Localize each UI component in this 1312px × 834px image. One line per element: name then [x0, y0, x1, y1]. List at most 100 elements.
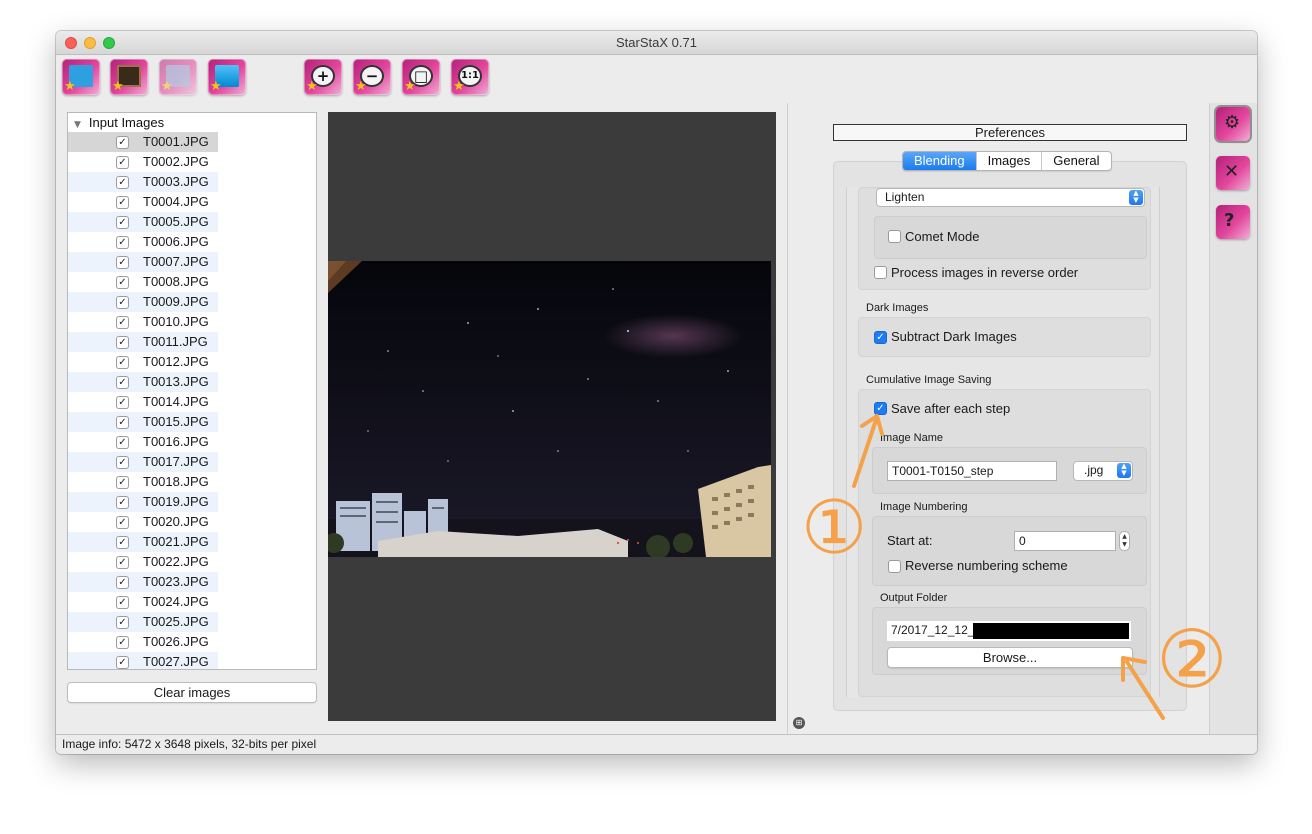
input-images-header[interactable]: ▼ Input Images	[68, 113, 316, 132]
file-row[interactable]: ✓ T0024.JPG	[68, 592, 218, 612]
popup-arrows-icon: ▲ ▼	[1129, 190, 1143, 205]
file-name: T0010.JPG	[143, 314, 209, 329]
file-row[interactable]: ✓ T0023.JPG	[68, 572, 218, 592]
file-row[interactable]: ✓ T0015.JPG	[68, 412, 218, 432]
open-dark-images-button[interactable]: ★	[110, 59, 148, 95]
output-folder-heading: Output Folder	[880, 592, 948, 604]
file-name: T0014.JPG	[143, 394, 209, 409]
reverse-order-checkbox[interactable]	[874, 266, 887, 279]
include-image-checkbox[interactable]: ✓	[116, 356, 129, 369]
file-row[interactable]: ✓ T0001.JPG	[68, 132, 218, 152]
annotation-number-one: ①	[801, 485, 868, 571]
file-row[interactable]: ✓ T0003.JPG	[68, 172, 218, 192]
file-name: T0022.JPG	[143, 554, 209, 569]
include-image-checkbox[interactable]: ✓	[116, 256, 129, 269]
include-image-checkbox[interactable]: ✓	[116, 576, 129, 589]
start-at-input[interactable]: 0	[1014, 531, 1116, 551]
file-row[interactable]: ✓ T0027.JPG	[68, 652, 218, 669]
file-row[interactable]: ✓ T0007.JPG	[68, 252, 218, 272]
file-rows: ✓ T0001.JPG ✓ T0002.JPG ✓ T0003.JPG ✓ T0004.JPG…	[68, 132, 316, 669]
file-row[interactable]: ✓ T0009.JPG	[68, 292, 218, 312]
reverse-numbering-checkbox[interactable]	[888, 560, 901, 573]
include-image-checkbox[interactable]: ✓	[116, 156, 129, 169]
file-row[interactable]: ✓ T0002.JPG	[68, 152, 218, 172]
include-image-checkbox[interactable]: ✓	[116, 396, 129, 409]
dock-toggle-icon[interactable]: ⊞	[793, 717, 805, 729]
save-image-button[interactable]: ★	[159, 59, 197, 95]
file-row[interactable]: ✓ T0025.JPG	[68, 612, 218, 632]
zoom-out-button[interactable]: − ★	[353, 59, 391, 95]
start-blending-button[interactable]: ★	[208, 59, 246, 95]
include-image-checkbox[interactable]: ✓	[116, 636, 129, 649]
include-image-checkbox[interactable]: ✓	[116, 556, 129, 569]
start-at-stepper[interactable]: ▲ ▼	[1119, 531, 1130, 551]
include-image-checkbox[interactable]: ✓	[116, 376, 129, 389]
tab-general[interactable]: General	[1041, 152, 1110, 170]
include-image-checkbox[interactable]: ✓	[116, 496, 129, 509]
file-name: T0008.JPG	[143, 274, 209, 289]
file-row[interactable]: ✓ T0006.JPG	[68, 232, 218, 252]
clear-images-button[interactable]: Clear images	[67, 682, 317, 703]
file-row[interactable]: ✓ T0011.JPG	[68, 332, 218, 352]
image-extension-select[interactable]: .jpg ▲ ▼	[1073, 461, 1133, 481]
browse-button[interactable]: Browse...	[887, 647, 1133, 668]
include-image-checkbox[interactable]: ✓	[116, 436, 129, 449]
blending-settings-tab[interactable]: ⚙	[1216, 107, 1250, 141]
include-image-checkbox[interactable]: ✓	[116, 416, 129, 429]
include-image-checkbox[interactable]: ✓	[116, 196, 129, 209]
include-image-checkbox[interactable]: ✓	[116, 516, 129, 529]
include-image-checkbox[interactable]: ✓	[116, 276, 129, 289]
file-name: T0027.JPG	[143, 654, 209, 669]
zoom-in-button[interactable]: + ★	[304, 59, 342, 95]
tab-blending[interactable]: Blending	[903, 152, 976, 170]
file-row[interactable]: ✓ T0019.JPG	[68, 492, 218, 512]
file-name: T0026.JPG	[143, 634, 209, 649]
include-image-checkbox[interactable]: ✓	[116, 656, 129, 669]
file-row[interactable]: ✓ T0021.JPG	[68, 532, 218, 552]
blending-settings-scroll[interactable]: Lighten ▲ ▼ Comet Mode Process images in …	[846, 187, 1160, 697]
blend-mode-select[interactable]: Lighten ▲ ▼	[876, 188, 1145, 207]
splitter[interactable]	[787, 103, 788, 734]
file-row[interactable]: ✓ T0017.JPG	[68, 452, 218, 472]
actual-size-button[interactable]: 1:1 ★	[451, 59, 489, 95]
comet-mode-label: Comet Mode	[905, 229, 980, 244]
fit-to-window-button[interactable]: □ ★	[402, 59, 440, 95]
file-row[interactable]: ✓ T0026.JPG	[68, 632, 218, 652]
subtract-dark-checkbox[interactable]: ✓	[874, 331, 887, 344]
include-image-checkbox[interactable]: ✓	[116, 336, 129, 349]
include-image-checkbox[interactable]: ✓	[116, 296, 129, 309]
include-image-checkbox[interactable]: ✓	[116, 236, 129, 249]
include-image-checkbox[interactable]: ✓	[116, 476, 129, 489]
image-tools-tab[interactable]: ✕	[1216, 156, 1250, 190]
file-row[interactable]: ✓ T0014.JPG	[68, 392, 218, 412]
tab-images[interactable]: Images	[975, 152, 1042, 170]
input-images-list[interactable]: ▼ Input Images ✓ T0001.JPG ✓ T0002.JPG ✓ T0003…	[67, 112, 317, 670]
save-each-step-label: Save after each step	[891, 401, 1011, 416]
file-row[interactable]: ✓ T0016.JPG	[68, 432, 218, 452]
help-tab[interactable]: ?	[1216, 205, 1250, 239]
include-image-checkbox[interactable]: ✓	[116, 316, 129, 329]
file-name: T0007.JPG	[143, 254, 209, 269]
file-row[interactable]: ✓ T0013.JPG	[68, 372, 218, 392]
comet-mode-checkbox[interactable]	[888, 230, 901, 243]
file-row[interactable]: ✓ T0018.JPG	[68, 472, 218, 492]
file-row[interactable]: ✓ T0005.JPG	[68, 212, 218, 232]
file-name: T0019.JPG	[143, 494, 209, 509]
file-row[interactable]: ✓ T0010.JPG	[68, 312, 218, 332]
include-image-checkbox[interactable]: ✓	[116, 136, 129, 149]
file-row[interactable]: ✓ T0004.JPG	[68, 192, 218, 212]
include-image-checkbox[interactable]: ✓	[116, 216, 129, 229]
annotation-arrow-one	[852, 414, 884, 488]
file-row[interactable]: ✓ T0012.JPG	[68, 352, 218, 372]
file-name: T0012.JPG	[143, 354, 209, 369]
file-row[interactable]: ✓ T0022.JPG	[68, 552, 218, 572]
open-images-button[interactable]: ★	[62, 59, 100, 95]
include-image-checkbox[interactable]: ✓	[116, 176, 129, 189]
include-image-checkbox[interactable]: ✓	[116, 536, 129, 549]
include-image-checkbox[interactable]: ✓	[116, 616, 129, 629]
include-image-checkbox[interactable]: ✓	[116, 596, 129, 609]
file-row[interactable]: ✓ T0020.JPG	[68, 512, 218, 532]
image-name-input[interactable]: T0001-T0150_step	[887, 461, 1057, 481]
file-row[interactable]: ✓ T0008.JPG	[68, 272, 218, 292]
include-image-checkbox[interactable]: ✓	[116, 456, 129, 469]
